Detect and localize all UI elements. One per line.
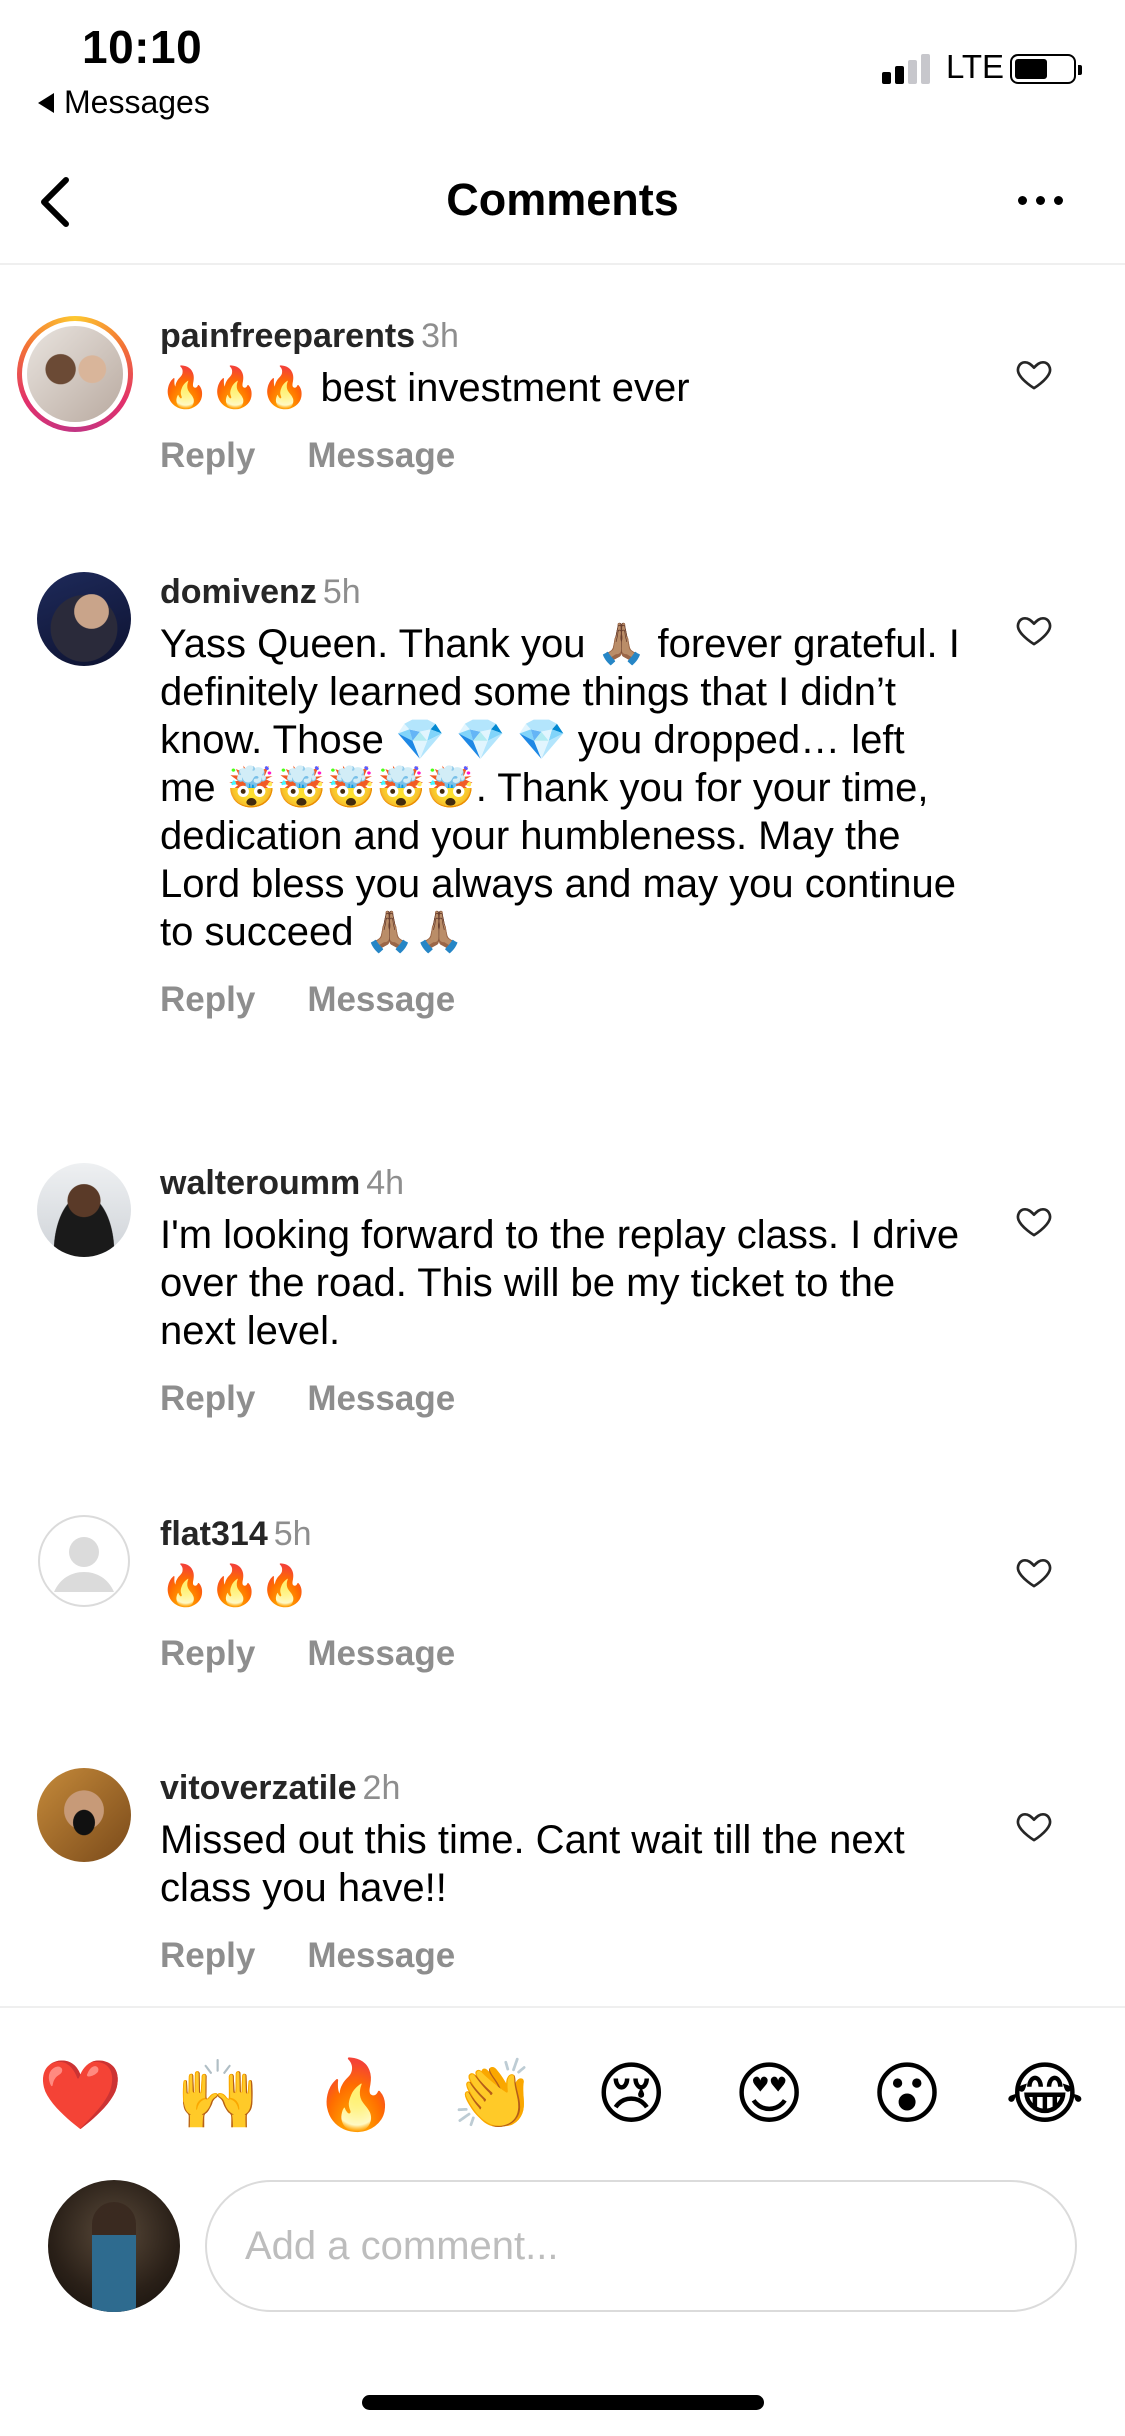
avatar[interactable] <box>37 1163 131 1257</box>
reaction-clapping[interactable]: 👏 <box>452 2055 537 2135</box>
reaction-crying[interactable]: 😢 <box>589 2055 673 2134</box>
back-to-app-link[interactable]: Messages <box>38 84 210 121</box>
back-app-label: Messages <box>64 84 210 120</box>
message-button[interactable]: Message <box>307 1634 455 1674</box>
like-comment-button[interactable] <box>1014 1806 1054 1846</box>
comment-timestamp: 5h <box>322 573 361 611</box>
status-bar: 10:10 Messages LTE <box>0 0 1125 130</box>
reaction-fire[interactable]: 🔥 <box>314 2055 399 2135</box>
network-type: LTE <box>946 48 1005 85</box>
like-comment-button[interactable] <box>1014 1201 1054 1241</box>
comment-username[interactable]: domivenz <box>160 573 317 611</box>
comment-username[interactable]: walteroumm <box>160 1164 360 1202</box>
heart-icon <box>1016 1559 1052 1588</box>
comment-composer <box>0 2180 1125 2340</box>
comment-input[interactable] <box>245 2223 1037 2269</box>
reaction-surprised[interactable]: 😮 <box>865 2055 949 2134</box>
heart-icon <box>1016 1208 1052 1237</box>
page-title: Comments <box>446 174 679 225</box>
heart-icon <box>1016 1813 1052 1842</box>
message-button[interactable]: Message <box>307 1379 455 1419</box>
reply-button[interactable]: Reply <box>160 1379 255 1419</box>
message-button[interactable]: Message <box>307 1936 455 1976</box>
message-button[interactable]: Message <box>307 436 455 476</box>
quick-reaction-bar: ❤️ 🙌 🔥 👏 😢 😍 😮 😂 <box>0 2006 1125 2181</box>
comment-timestamp: 3h <box>421 317 459 355</box>
default-avatar[interactable] <box>37 1514 131 1608</box>
reaction-raising-hands[interactable]: 🙌 <box>176 2055 261 2135</box>
comment-text: Missed out this time. Cant wait till the… <box>160 1818 905 1910</box>
avatar[interactable] <box>37 572 131 666</box>
comment-text: Yass Queen. Thank you 🙏🏽 forever gratefu… <box>160 622 960 954</box>
status-time: 10:10 <box>82 21 203 73</box>
comment-username[interactable]: painfreeparents <box>160 317 415 355</box>
reaction-heart[interactable]: ❤️ <box>38 2055 123 2135</box>
like-comment-button[interactable] <box>1014 354 1054 394</box>
reply-button[interactable]: Reply <box>160 1936 255 1976</box>
more-options-button[interactable] <box>1000 160 1080 240</box>
like-comment-button[interactable] <box>1014 1552 1054 1592</box>
cellular-signal-icon <box>882 52 930 84</box>
current-user-avatar <box>48 2180 180 2312</box>
comments-header: Comments <box>0 140 1125 265</box>
battery-icon <box>1010 54 1082 84</box>
reply-button[interactable]: Reply <box>160 436 255 476</box>
back-triangle-icon <box>38 92 54 113</box>
comment-username[interactable]: vitoverzatile <box>160 1769 357 1807</box>
comment-text: 🔥🔥🔥 best investment ever <box>160 366 690 410</box>
reply-button[interactable]: Reply <box>160 1634 255 1674</box>
heart-icon <box>1016 617 1052 646</box>
avatar[interactable] <box>37 1768 131 1862</box>
reply-button[interactable]: Reply <box>160 980 255 1020</box>
comment-input-container[interactable] <box>205 2180 1077 2312</box>
comment-timestamp: 2h <box>362 1769 401 1807</box>
home-indicator[interactable] <box>362 2395 764 2410</box>
comment-timestamp: 5h <box>273 1515 312 1553</box>
heart-icon <box>1016 361 1052 390</box>
more-horizontal-icon <box>1017 195 1027 205</box>
default-user-icon <box>38 1515 130 1607</box>
comment-timestamp: 4h <box>366 1164 405 1202</box>
comment-text: 🔥🔥🔥 <box>160 1564 310 1608</box>
avatar-with-story-ring[interactable] <box>17 316 133 432</box>
reaction-heart-eyes[interactable]: 😍 <box>727 2055 811 2134</box>
like-comment-button[interactable] <box>1014 610 1054 650</box>
reaction-laughing[interactable]: 😂 <box>1003 2055 1087 2134</box>
message-button[interactable]: Message <box>307 980 455 1020</box>
comment-text: I'm looking forward to the replay class.… <box>160 1213 960 1353</box>
comment-username[interactable]: flat314 <box>160 1515 268 1553</box>
